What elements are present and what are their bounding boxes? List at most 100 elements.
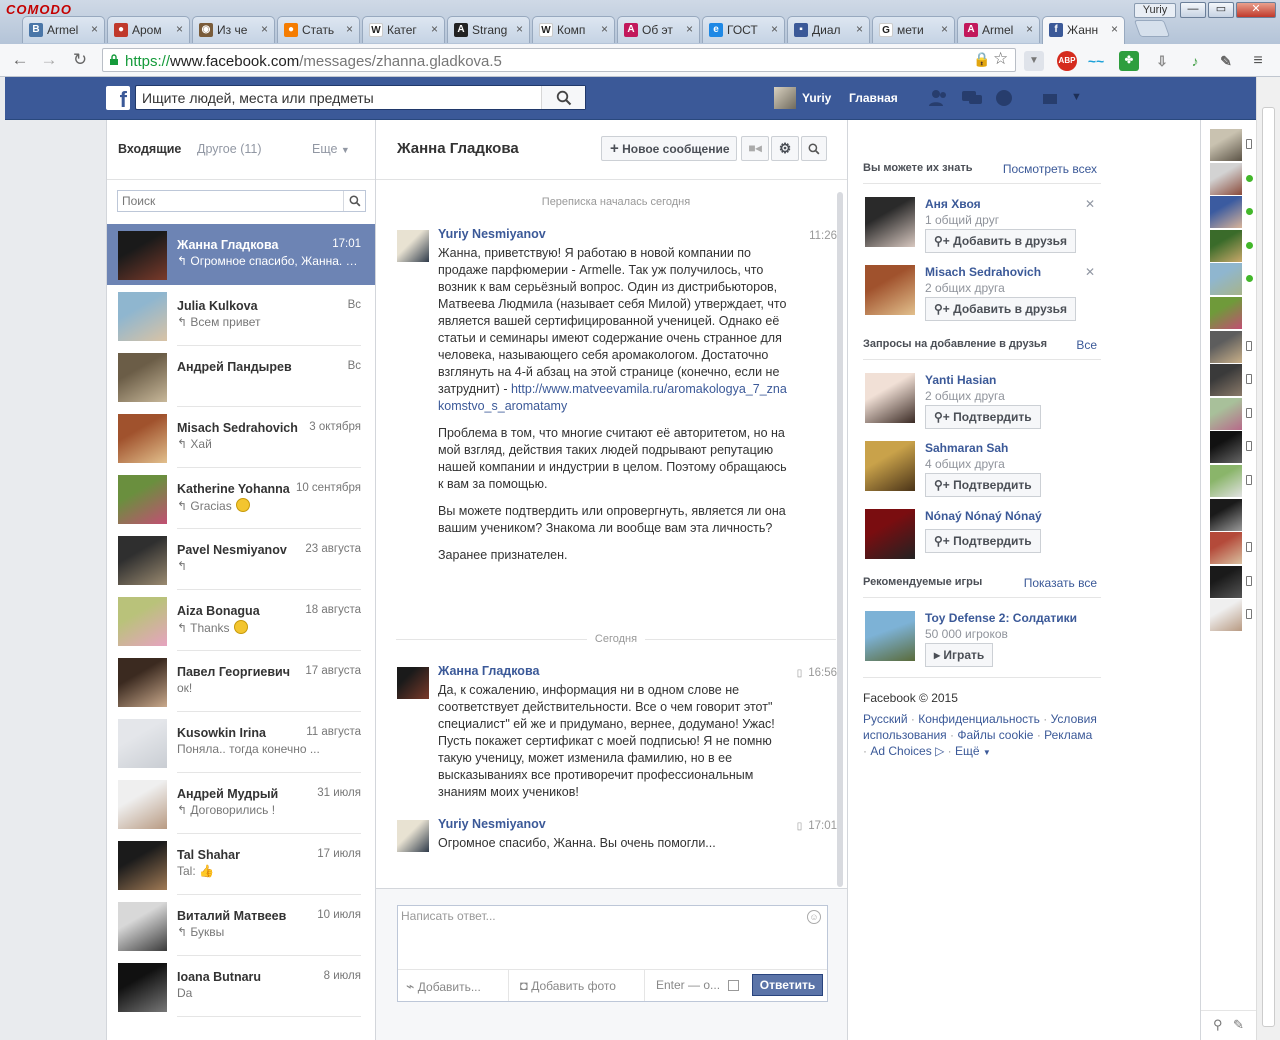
confirm-button[interactable]: ⚲+ Подтвердить: [925, 473, 1041, 497]
mutual-friends[interactable]: 2 общих друга: [925, 281, 1005, 295]
send-button[interactable]: Ответить: [752, 974, 823, 996]
avatar[interactable]: [865, 265, 915, 315]
person-name[interactable]: Аня Хвоя: [925, 197, 981, 211]
tab-other[interactable]: Другое (11): [197, 142, 262, 156]
footer-link[interactable]: Ad Choices: [870, 744, 931, 758]
browser-tab[interactable]: ▪ Диал ×: [787, 16, 870, 43]
page-scrollbar[interactable]: [1256, 77, 1280, 1040]
mutual-friends[interactable]: 1 общий друг: [925, 213, 999, 227]
chat-contact-avatar[interactable]: [1210, 129, 1242, 161]
back-icon[interactable]: ←: [8, 49, 32, 71]
address-bar[interactable]: https://www.facebook.com/messages/zhanna…: [102, 48, 1016, 72]
close-tab-icon[interactable]: ×: [601, 22, 608, 36]
play-button[interactable]: ▸ Играть: [925, 643, 994, 667]
chat-contact-avatar[interactable]: [1210, 599, 1242, 632]
footer-link[interactable]: Русский: [863, 712, 908, 726]
browser-tab[interactable]: W Катег ×: [362, 16, 445, 43]
new-tab-button[interactable]: [1133, 20, 1171, 37]
reload-icon[interactable]: ↻: [68, 49, 92, 71]
add-friend-button[interactable]: ⚲+ Добавить в друзья: [925, 297, 1076, 321]
wave-icon[interactable]: ~~: [1086, 51, 1106, 71]
scrollbar-thumb[interactable]: [1262, 107, 1275, 1027]
search-button[interactable]: [541, 86, 585, 109]
chat-contact-avatar[interactable]: [1210, 431, 1242, 464]
conversation-item[interactable]: Misach Sedrahovich 3 октября ↰ Хай: [107, 407, 375, 468]
conversation-search[interactable]: [117, 190, 366, 212]
close-tab-icon[interactable]: ×: [261, 22, 268, 36]
conversation-item[interactable]: Жанна Гладкова 17:01 ↰ Огромное спасибо, Ж…: [107, 224, 375, 285]
tool-icon[interactable]: ✎: [1216, 51, 1236, 71]
privacy-icon[interactable]: [1040, 89, 1062, 107]
close-tab-icon[interactable]: ×: [1111, 22, 1118, 36]
browser-tab[interactable]: W Комп ×: [532, 16, 615, 43]
tab-inbox[interactable]: Входящие: [118, 142, 181, 156]
close-tab-icon[interactable]: ×: [856, 22, 863, 36]
mutual-friends[interactable]: 4 общих друга: [925, 457, 1005, 471]
close-tab-icon[interactable]: ×: [1026, 22, 1033, 36]
chat-contact-avatar[interactable]: [1210, 397, 1242, 430]
video-call-button[interactable]: ■◂: [741, 136, 769, 161]
download-icon[interactable]: ⇩: [1152, 51, 1172, 71]
show-all-games-link[interactable]: Показать все: [1024, 576, 1097, 590]
close-tab-icon[interactable]: ×: [176, 22, 183, 36]
footer-link[interactable]: Реклама: [1044, 728, 1092, 742]
chevron-down-icon[interactable]: ▼: [1071, 91, 1082, 103]
bell-icon[interactable]: ♪: [1185, 51, 1205, 71]
chat-contact-avatar[interactable]: [1210, 364, 1242, 397]
close-tab-icon[interactable]: ×: [941, 22, 948, 36]
person-name[interactable]: Yanti Hasian: [925, 373, 996, 387]
messages-icon[interactable]: [961, 89, 983, 107]
close-tab-icon[interactable]: ×: [346, 22, 353, 36]
tab-more[interactable]: Еще ▼: [312, 142, 350, 156]
close-icon[interactable]: ✕: [1085, 197, 1095, 211]
clover-icon[interactable]: ✤: [1119, 51, 1139, 71]
facebook-search[interactable]: [135, 85, 586, 110]
forward-icon[interactable]: →: [37, 49, 61, 71]
confirm-button[interactable]: ⚲+ Подтвердить: [925, 405, 1041, 429]
browser-tab[interactable]: f Жанн ×: [1042, 16, 1125, 44]
browser-tab[interactable]: ● Стать ×: [277, 16, 360, 43]
enter-to-send-checkbox[interactable]: [728, 980, 739, 991]
avatar[interactable]: [865, 197, 915, 247]
close-tab-icon[interactable]: ×: [91, 22, 98, 36]
chat-contact-avatar[interactable]: [1210, 532, 1242, 565]
shield-icon[interactable]: ▼: [1024, 51, 1044, 71]
settings-button[interactable]: ⚙: [771, 136, 799, 161]
globe-icon[interactable]: [993, 89, 1015, 107]
conversation-search-input[interactable]: [122, 193, 332, 209]
adblock-icon[interactable]: ABP: [1057, 51, 1077, 71]
bookmark-star-icon[interactable]: ☆: [993, 49, 1008, 69]
message-author[interactable]: Жанна Гладкова: [438, 664, 539, 678]
chat-contact-avatar[interactable]: [1210, 330, 1242, 363]
browser-tab[interactable]: A Strang ×: [447, 16, 530, 43]
close-icon[interactable]: ✕: [1085, 265, 1095, 279]
browser-tab[interactable]: A Armel ×: [957, 16, 1040, 43]
chat-contact-avatar[interactable]: [1210, 565, 1242, 598]
chat-contact-avatar[interactable]: [1210, 229, 1242, 262]
add-friend-button[interactable]: ⚲+ Добавить в друзья: [925, 229, 1076, 253]
browser-tab[interactable]: A Об эт ×: [617, 16, 700, 43]
conversation-item[interactable]: Ioana Butnaru 8 июля Da: [107, 956, 375, 1017]
thread-search-button[interactable]: [801, 136, 827, 161]
search-icon[interactable]: ⚲: [1213, 1017, 1223, 1033]
conversation-item[interactable]: Павел Георгиевич 17 августа ок!: [107, 651, 375, 712]
footer-link[interactable]: Конфиденциальность: [918, 712, 1040, 726]
confirm-button[interactable]: ⚲+ Подтвердить: [925, 529, 1041, 553]
person-name[interactable]: Nónaý Nónaý Nónaý: [925, 509, 1042, 523]
add-photo-button[interactable]: ◘ Добавить фото: [520, 978, 616, 993]
footer-link[interactable]: Файлы cookie: [957, 728, 1033, 742]
menu-icon[interactable]: ≡: [1248, 51, 1268, 71]
chat-contact-avatar[interactable]: [1210, 263, 1242, 296]
conversation-item[interactable]: Kusowkin Irina 11 августа Поняла.. тогда к…: [107, 712, 375, 773]
friend-requests-icon[interactable]: [928, 89, 950, 107]
chat-contact-avatar[interactable]: [1210, 297, 1242, 329]
facebook-logo-icon[interactable]: f: [106, 86, 130, 110]
search-button[interactable]: [343, 191, 365, 211]
see-all-link[interactable]: Посмотреть всех: [1003, 162, 1097, 176]
conversation-item[interactable]: Виталий Матвеев 10 июля ↰ Буквы: [107, 895, 375, 956]
close-tab-icon[interactable]: ×: [516, 22, 523, 36]
conversation-item[interactable]: Pavel Nesmiyanov 23 августа ↰: [107, 529, 375, 590]
new-message-button[interactable]: + Новое сообщение: [601, 136, 737, 161]
conversation-item[interactable]: Aiza Bonagua 18 августа ↰ Thanks: [107, 590, 375, 651]
attach-file-button[interactable]: ⌁ Добавить...: [406, 978, 481, 995]
